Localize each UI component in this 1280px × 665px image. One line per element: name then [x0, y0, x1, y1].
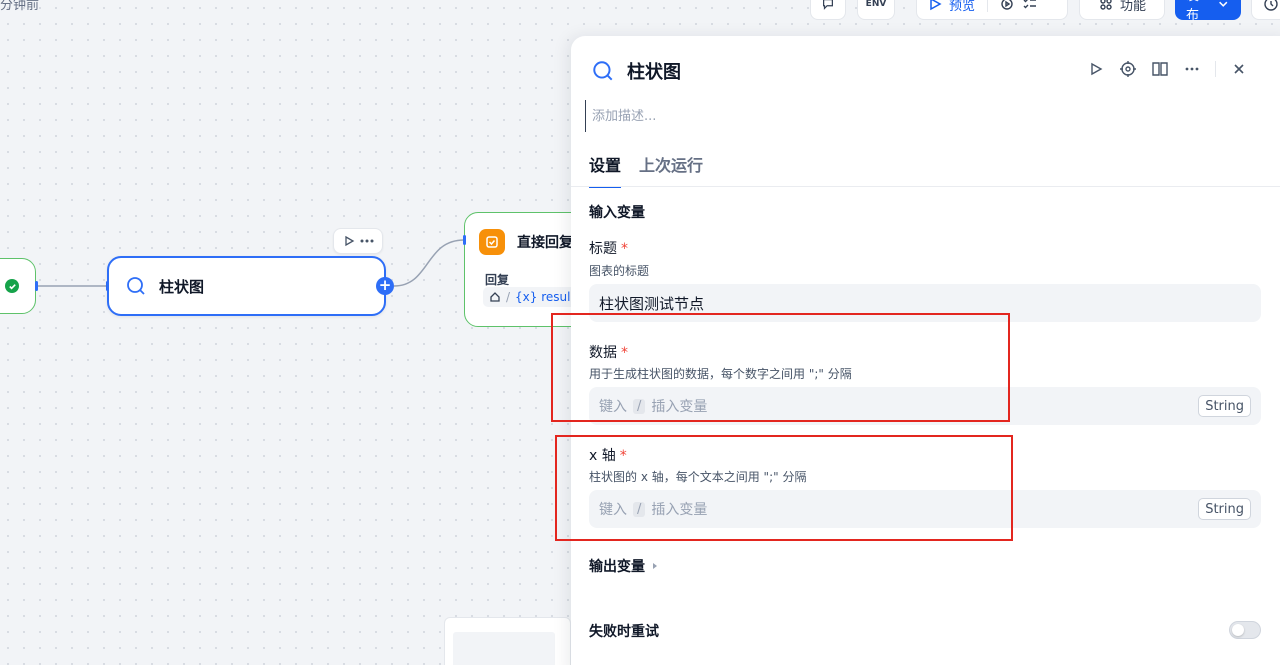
panel-header: 柱状图	[591, 58, 681, 84]
panel-title: 柱状图	[627, 62, 681, 83]
bar-chart-node[interactable]: 柱状图	[107, 256, 386, 316]
bar-chart-tool-icon	[593, 61, 613, 81]
home-icon	[490, 292, 500, 302]
bar-node-title: 柱状图	[159, 277, 205, 296]
retry-on-failure-label: 失败时重试	[589, 624, 659, 640]
input-variables-title: 输入变量	[589, 205, 645, 221]
preview-button-group[interactable]: 预览	[916, 0, 1068, 20]
more-icon[interactable]	[1183, 60, 1201, 78]
locate-icon[interactable]	[1119, 60, 1137, 78]
minimap-viewport	[453, 632, 555, 665]
minimap[interactable]	[444, 617, 571, 665]
output-variables-title: 输出变量	[589, 559, 645, 575]
apps-icon	[1100, 0, 1112, 10]
toolbar-divider	[987, 0, 989, 12]
node-mini-toolbar	[333, 228, 383, 254]
env-button[interactable]: ENV	[857, 0, 895, 20]
caret-right-icon	[653, 563, 657, 569]
start-node[interactable]	[0, 258, 36, 314]
path-separator: /	[506, 290, 511, 304]
reply-icon	[479, 229, 505, 255]
clock-icon	[1264, 0, 1278, 11]
env-label: ENV	[865, 0, 887, 9]
panel-actions	[1087, 60, 1248, 78]
publish-button[interactable]: 发布	[1175, 0, 1241, 23]
title-input-value: 柱状图测试节点	[599, 294, 705, 313]
tab-settings[interactable]: 设置	[589, 152, 622, 188]
run-step-icon[interactable]	[1087, 60, 1105, 78]
annotation-box-x-axis	[555, 435, 1013, 541]
run-node-icon[interactable]	[343, 235, 355, 247]
preview-label: 预览	[949, 0, 976, 14]
docs-book-icon[interactable]	[1151, 60, 1169, 78]
chat-icon	[823, 0, 833, 10]
required-mark: *	[621, 241, 628, 257]
features-button[interactable]: 功能	[1079, 0, 1165, 20]
more-icon[interactable]	[360, 235, 374, 247]
output-variables-toggle[interactable]: 输出变量	[589, 556, 659, 576]
reply-node-title: 直接回复	[517, 235, 573, 251]
tab-last-run[interactable]: 上次运行	[639, 152, 703, 188]
features-label: 功能	[1119, 0, 1146, 14]
checklist-icon[interactable]	[1022, 0, 1038, 12]
comment-button[interactable]	[810, 0, 846, 20]
play-icon	[930, 0, 942, 11]
publish-label: 发布	[1186, 0, 1200, 23]
panel-tabs: 设置 上次运行	[589, 152, 703, 188]
annotation-box-data	[551, 313, 1010, 422]
field-label-title: 标题 *	[589, 238, 628, 258]
field-desc-title: 图表的标题	[589, 264, 650, 278]
add-next-node-button[interactable]: +	[376, 277, 394, 295]
field-label-title-text: 标题	[589, 241, 617, 257]
close-icon[interactable]	[1230, 60, 1248, 78]
reply-node-input-handle[interactable]	[463, 235, 466, 245]
actions-divider	[1215, 61, 1216, 77]
bar-chart-tool-icon	[127, 277, 145, 295]
description-input[interactable]	[585, 100, 1257, 132]
tabs-divider	[571, 186, 1280, 187]
retry-on-failure-toggle[interactable]	[1229, 621, 1261, 639]
workflow-edges	[36, 239, 465, 287]
reply-variable-text: {x} resul	[515, 290, 571, 304]
history-button[interactable]	[1251, 0, 1280, 20]
reply-label: 回复	[485, 273, 510, 287]
chevron-down-icon	[1218, 1, 1227, 7]
success-check-icon	[5, 279, 19, 293]
start-node-output-handle[interactable]	[35, 281, 38, 291]
type-badge: String	[1198, 498, 1251, 520]
run-history-icon[interactable]	[1000, 0, 1016, 12]
type-badge: String	[1198, 395, 1251, 417]
reply-variable-chip: / {x} resul	[483, 287, 577, 307]
